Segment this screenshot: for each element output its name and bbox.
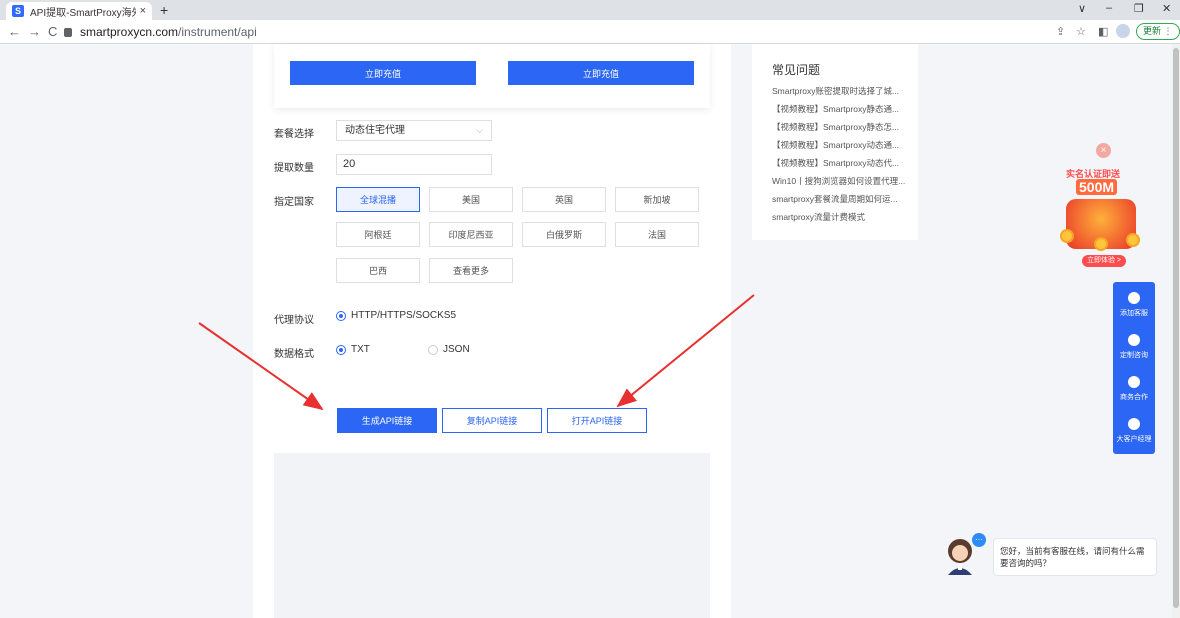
business-coop-item[interactable]: 商务合作 — [1113, 376, 1155, 402]
recharge-button-1[interactable]: 立即充值 — [290, 61, 476, 85]
chat-badge-icon: ··· — [972, 533, 986, 547]
user-icon — [1128, 418, 1140, 430]
address-bar: ← → C smartproxycn.com/instrument/api ⇪ … — [0, 20, 1180, 44]
forward-icon[interactable]: → — [28, 24, 41, 39]
generate-api-link-button[interactable]: 生成API链接 — [337, 408, 437, 433]
faq-item[interactable]: 【视频教程】Smartproxy静态通... — [772, 103, 899, 115]
package-label: 套餐选择 — [274, 129, 314, 140]
agent-avatar[interactable] — [944, 537, 976, 575]
country-indonesia[interactable]: 印度尼西亚 — [429, 222, 513, 247]
faq-item[interactable]: Win10丨搜狗浏览器如何设置代理... — [772, 175, 905, 187]
new-tab-button[interactable]: + — [160, 2, 168, 18]
update-label: 更新 — [1143, 26, 1162, 36]
chevron-down-icon: ⌵ — [476, 125, 483, 135]
url-path: /instrument/api — [178, 25, 257, 39]
side-item-label: 添加客服 — [1120, 310, 1148, 317]
menu-icon: ⋮ — [1163, 26, 1173, 36]
protocol-option-label: HTTP/HTTPS/SOCKS5 — [351, 310, 457, 321]
coin-icon — [1060, 229, 1074, 243]
faq-item[interactable]: 【视频教程】Smartproxy动态代... — [772, 157, 899, 169]
format-option-json: JSON — [443, 344, 470, 355]
back-icon[interactable]: ← — [8, 24, 21, 39]
format-radio-txt[interactable]: TXT — [336, 344, 370, 355]
radio-checked-icon — [336, 310, 346, 321]
profile-avatar[interactable] — [1116, 24, 1130, 38]
faq-item[interactable]: 【视频教程】Smartproxy静态怎... — [772, 121, 899, 133]
coin-icon — [1094, 237, 1108, 251]
tab-search-icon[interactable]: ∨ — [1078, 2, 1086, 15]
country-brazil[interactable]: 巴西 — [336, 258, 420, 283]
country-singapore[interactable]: 新加坡 — [615, 187, 699, 212]
minimize-button[interactable]: – — [1106, 2, 1112, 14]
quantity-label: 提取数量 — [274, 163, 314, 174]
tab-close-icon[interactable]: × — [140, 5, 146, 17]
faq-item[interactable]: smartproxy套餐流量周期如何运... — [772, 193, 898, 205]
promo-cta: 立即体验 > — [1082, 255, 1126, 267]
package-value: 动态住宅代理 — [345, 125, 405, 136]
restore-button[interactable]: ❐ — [1134, 2, 1144, 15]
account-manager-item[interactable]: 大客户经理 — [1113, 418, 1155, 444]
radio-unchecked-icon — [428, 344, 438, 355]
country-argentina[interactable]: 阿根廷 — [336, 222, 420, 247]
promo-amount: 500M — [1076, 179, 1118, 195]
url-field[interactable]: smartproxycn.com/instrument/api — [64, 23, 1054, 41]
radio-checked-icon — [336, 344, 346, 355]
view-more-countries[interactable]: 查看更多 — [429, 258, 513, 283]
recharge-button-2[interactable]: 立即充值 — [508, 61, 694, 85]
browser-tab-bar: S API提取-SmartProxy海外HTTP代理 × + ∨ – ❐ ✕ — [0, 0, 1180, 20]
promo-close-icon[interactable]: × — [1096, 143, 1111, 158]
country-belarus[interactable]: 白俄罗斯 — [522, 222, 606, 247]
chat-icon — [1128, 334, 1140, 346]
close-window-button[interactable]: ✕ — [1162, 2, 1171, 15]
protocol-radio[interactable]: HTTP/HTTPS/SOCKS5 — [336, 310, 456, 321]
custom-consult-item[interactable]: 定制咨询 — [1113, 334, 1155, 360]
side-panel-icon[interactable]: ◧ — [1098, 25, 1108, 38]
protocol-label: 代理协议 — [274, 315, 314, 326]
country-france[interactable]: 法国 — [615, 222, 699, 247]
lock-icon — [64, 27, 72, 37]
open-api-link-button[interactable]: 打开API链接 — [547, 408, 647, 433]
side-item-label: 大客户经理 — [1116, 436, 1152, 443]
faq-item[interactable]: smartproxy流量计费模式 — [772, 211, 865, 223]
handshake-icon — [1128, 376, 1140, 388]
side-item-label: 商务合作 — [1120, 394, 1148, 401]
page-scrollbar[interactable] — [1172, 44, 1180, 618]
headset-icon — [1128, 292, 1140, 304]
country-us[interactable]: 美国 — [429, 187, 513, 212]
country-uk[interactable]: 英国 — [522, 187, 606, 212]
chat-bubble[interactable]: 您好，当前有客服在线，请问有什么需要咨询的吗？ — [993, 538, 1157, 576]
update-button[interactable]: 更新 ⋮ — [1136, 23, 1180, 40]
side-item-label: 定制咨询 — [1120, 352, 1148, 359]
format-radio-json[interactable]: JSON — [428, 344, 470, 355]
country-label: 指定国家 — [274, 197, 314, 208]
package-select[interactable]: 动态住宅代理 ⌵ — [336, 120, 492, 141]
copy-api-link-button[interactable]: 复制API链接 — [442, 408, 542, 433]
quantity-input[interactable]: 20 — [336, 154, 492, 175]
tab-title: API提取-SmartProxy海外HTTP代理 — [30, 7, 136, 19]
format-option-txt: TXT — [351, 344, 370, 355]
bookmark-star-icon[interactable]: ☆ — [1076, 25, 1086, 38]
scrollbar-thumb[interactable] — [1173, 48, 1179, 608]
url-host: smartproxycn.com — [80, 25, 179, 39]
share-icon[interactable]: ⇪ — [1056, 25, 1065, 38]
browser-tab[interactable]: S API提取-SmartProxy海外HTTP代理 × — [6, 2, 152, 20]
country-global[interactable]: 全球混播 — [336, 187, 420, 212]
reload-icon[interactable]: C — [48, 24, 57, 39]
promo-widget[interactable]: 实名认证即送 500M 立即体验 > — [1052, 163, 1152, 267]
format-label: 数据格式 — [274, 349, 314, 360]
faq-title: 常见问题 — [772, 63, 821, 77]
faq-item[interactable]: 【视频教程】Smartproxy动态通... — [772, 139, 899, 151]
coin-icon — [1126, 233, 1140, 247]
faq-item[interactable]: Smartproxy账密提取时选择了城... — [772, 85, 899, 97]
api-result-area[interactable] — [274, 453, 710, 618]
add-service-item[interactable]: 添加客服 — [1113, 292, 1155, 318]
site-favicon-icon: S — [12, 5, 24, 17]
